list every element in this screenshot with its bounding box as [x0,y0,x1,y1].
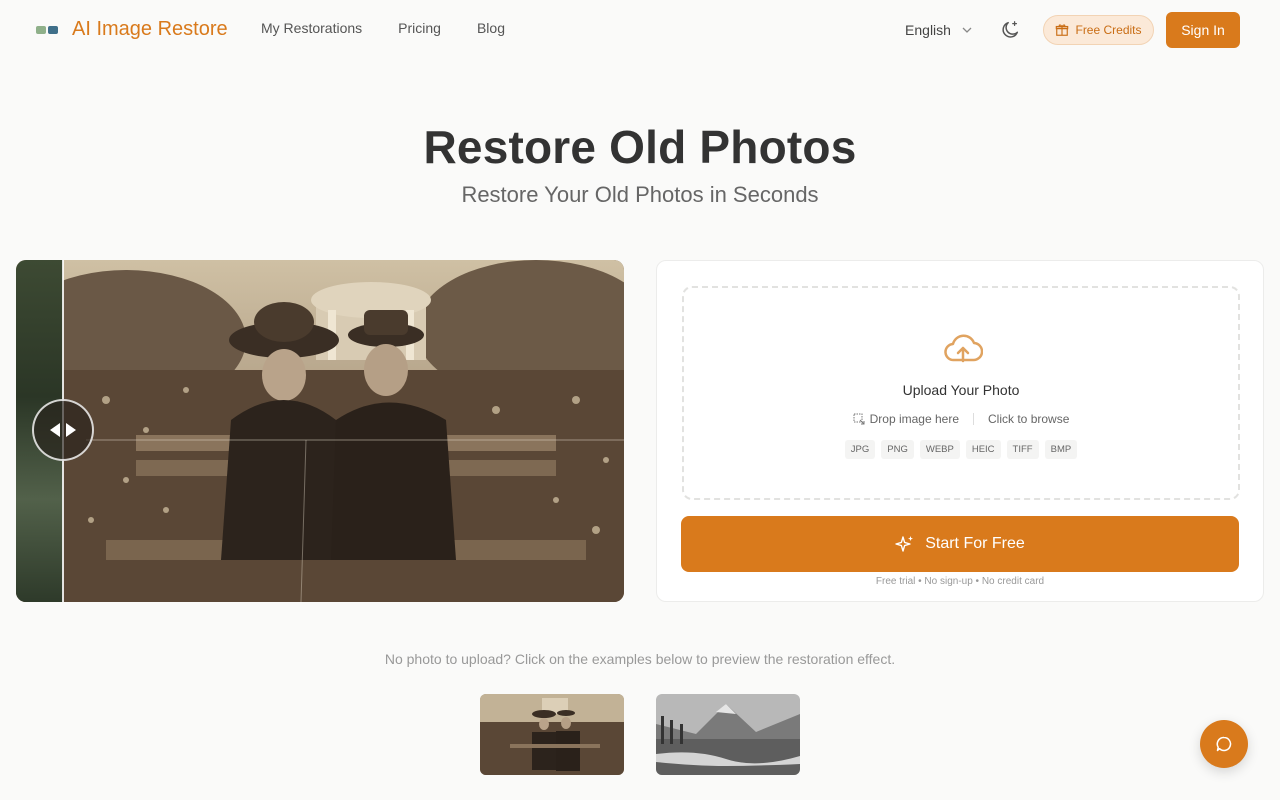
cloud-upload-icon [944,334,983,363]
format-badge: BMP [1044,440,1078,459]
example-thumbnail-landscape[interactable] [656,694,800,775]
theme-toggle-button[interactable] [996,16,1024,44]
nav-my-restorations[interactable]: My Restorations [261,20,362,36]
chat-button[interactable] [1200,720,1248,768]
format-badge: TIFF [1006,440,1039,459]
top-nav: AI Image Restore My Restorations Pricing… [0,0,1280,60]
free-credits-label: Free Credits [1075,23,1142,37]
upload-actions: Drop image here Click to browse [684,412,1238,426]
format-badge: HEIC [965,440,1001,459]
upload-title: Upload Your Photo [902,382,1020,398]
trial-note: Free trial • No sign-up • No credit card [875,576,1045,587]
drop-label: Drop image here [869,412,960,426]
format-badge: JPG [844,440,876,459]
old-photo-image [16,260,624,602]
page-subtitle: Restore Your Old Photos in Seconds [461,182,819,207]
sign-in-button[interactable]: Sign In [1166,12,1240,48]
logo-text: AI Image Restore [72,18,228,40]
page-title: Restore Old Photos [423,121,857,173]
nav-pricing[interactable]: Pricing [398,20,441,36]
slider-arrows-icon[interactable] [32,399,94,461]
example-thumbnail-couple[interactable] [480,694,624,775]
format-badges: JPG PNG WEBP HEIC TIFF BMP [684,440,1238,459]
image-drop-icon [853,413,865,425]
chat-bubble-icon [1216,736,1232,752]
separator [973,413,975,425]
upload-dropzone[interactable]: Upload Your Photo Drop image here Click … [682,286,1240,500]
drop-hint: Drop image here [853,412,959,426]
start-for-free-button[interactable]: Start For Free [681,516,1239,572]
upload-card: Upload Your Photo Drop image here Click … [656,260,1264,602]
free-credits-button[interactable]: Free Credits [1043,15,1154,45]
nav-blog[interactable]: Blog [477,20,505,36]
language-label: English [905,22,951,38]
format-badge: WEBP [919,440,960,459]
logo-image [36,19,60,41]
browse-link[interactable]: Click to browse [988,412,1069,426]
format-badge: PNG [881,440,914,459]
chevron-down-icon [962,27,972,33]
examples-hint: No photo to upload? Click on the example… [384,651,896,667]
gift-icon [1056,24,1069,36]
example-image-landscape [656,694,800,775]
language-select[interactable]: English [896,12,982,48]
example-image-couple [480,694,624,775]
main-nav: My Restorations Pricing Blog [261,20,505,36]
logo[interactable]: AI Image Restore [36,18,228,41]
before-after-comparison[interactable] [16,260,624,602]
start-label: Start For Free [925,535,1025,552]
moon-sparkle-icon [1002,21,1019,38]
sparkles-icon [895,536,914,552]
